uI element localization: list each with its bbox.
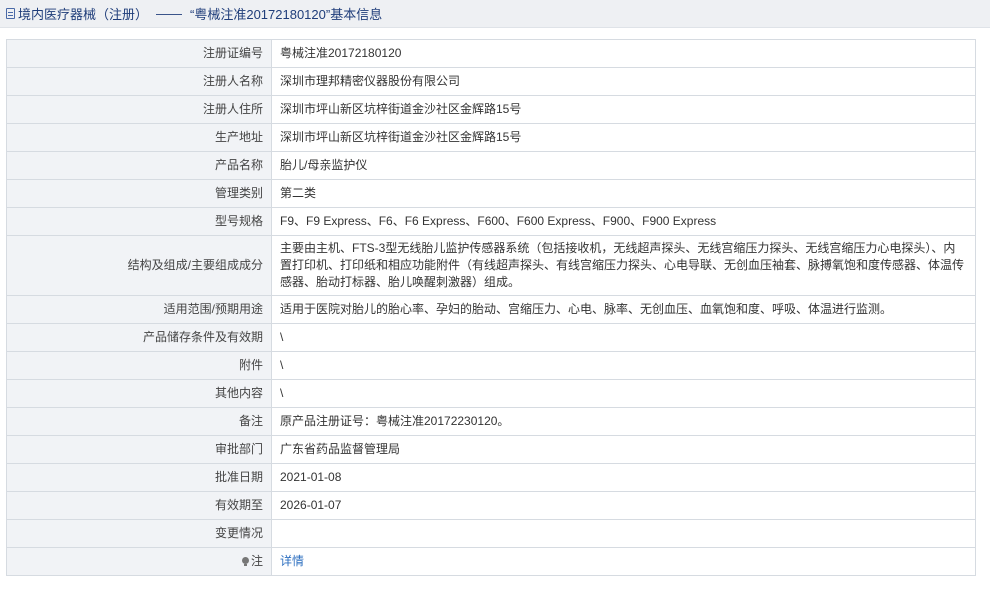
row-label: 附件 [6, 351, 272, 380]
row-value: 主要由主机、FTS-3型无线胎儿监护传感器系统（包括接收机，无线超声探头、无线宫… [271, 235, 976, 296]
table-row: 附件 \ [6, 351, 976, 380]
table-row: 产品名称 胎儿/母亲监护仪 [6, 151, 976, 180]
row-label: 注册人名称 [6, 67, 272, 96]
table-row: 结构及组成/主要组成成分 主要由主机、FTS-3型无线胎儿监护传感器系统（包括接… [6, 235, 976, 296]
table-row: 注册人名称 深圳市理邦精密仪器股份有限公司 [6, 67, 976, 96]
table-row: 变更情况 [6, 519, 976, 548]
note-label-cell: 注 [6, 547, 272, 576]
row-label: 批准日期 [6, 463, 272, 492]
header-separator: —— [156, 6, 183, 21]
row-value: 广东省药品监督管理局 [271, 435, 976, 464]
row-value: 深圳市坪山新区坑梓街道金沙社区金辉路15号 [271, 123, 976, 152]
row-value [271, 519, 976, 548]
row-value: \ [271, 351, 976, 380]
row-value: 深圳市理邦精密仪器股份有限公司 [271, 67, 976, 96]
row-value: 胎儿/母亲监护仪 [271, 151, 976, 180]
row-label: 注册证编号 [6, 39, 272, 68]
row-value: 原产品注册证号：粤械注准20172230120。 [271, 407, 976, 436]
row-label: 其他内容 [6, 379, 272, 408]
row-label: 型号规格 [6, 207, 272, 236]
row-value: 适用于医院对胎儿的胎心率、孕妇的胎动、宫缩压力、心电、脉率、无创血压、血氧饱和度… [271, 295, 976, 324]
row-value: 粤械注准20172180120 [271, 39, 976, 68]
row-label: 结构及组成/主要组成成分 [6, 235, 272, 296]
row-value: F9、F9 Express、F6、F6 Express、F600、F600 Ex… [271, 207, 976, 236]
page-header: 境内医疗器械（注册） —— “粤械注准20172180120”基本信息 [0, 0, 990, 28]
document-icon [6, 8, 15, 19]
row-label: 有效期至 [6, 491, 272, 520]
table-row: 注册人住所 深圳市坪山新区坑梓街道金沙社区金辉路15号 [6, 95, 976, 124]
detail-link[interactable]: 详情 [280, 554, 304, 568]
table-row: 型号规格 F9、F9 Express、F6、F6 Express、F600、F6… [6, 207, 976, 236]
row-label: 生产地址 [6, 123, 272, 152]
row-label: 产品储存条件及有效期 [6, 323, 272, 352]
table-row: 产品储存条件及有效期 \ [6, 323, 976, 352]
row-value: \ [271, 323, 976, 352]
table-row: 其他内容 \ [6, 379, 976, 408]
row-value: 2021-01-08 [271, 463, 976, 492]
row-label: 变更情况 [6, 519, 272, 548]
info-table: 注册证编号 粤械注准20172180120 注册人名称 深圳市理邦精密仪器股份有… [6, 39, 976, 576]
row-value: 第二类 [271, 179, 976, 208]
table-row: 有效期至 2026-01-07 [6, 491, 976, 520]
row-value: 2026-01-07 [271, 491, 976, 520]
table-row: 注册证编号 粤械注准20172180120 [6, 39, 976, 68]
table-row: 批准日期 2021-01-08 [6, 463, 976, 492]
header-category: 境内医疗器械（注册） [18, 7, 149, 22]
table-row: 生产地址 深圳市坪山新区坑梓街道金沙社区金辉路15号 [6, 123, 976, 152]
table-row: 审批部门 广东省药品监督管理局 [6, 435, 976, 464]
row-label: 适用范围/预期用途 [6, 295, 272, 324]
header-subject: “粤械注准20172180120”基本信息 [190, 7, 383, 22]
table-row: 管理类别 第二类 [6, 179, 976, 208]
row-label: 注册人住所 [6, 95, 272, 124]
row-value: \ [271, 379, 976, 408]
table-row: 备注 原产品注册证号：粤械注准20172230120。 [6, 407, 976, 436]
note-label: 注 [250, 554, 263, 568]
row-label: 备注 [6, 407, 272, 436]
row-label: 产品名称 [6, 151, 272, 180]
lightbulb-icon [241, 557, 249, 566]
table-row: 适用范围/预期用途 适用于医院对胎儿的胎心率、孕妇的胎动、宫缩压力、心电、脉率、… [6, 295, 976, 324]
row-label: 管理类别 [6, 179, 272, 208]
note-row: 注 详情 [6, 547, 976, 576]
row-label: 审批部门 [6, 435, 272, 464]
note-value-cell: 详情 [271, 547, 976, 576]
row-value: 深圳市坪山新区坑梓街道金沙社区金辉路15号 [271, 95, 976, 124]
